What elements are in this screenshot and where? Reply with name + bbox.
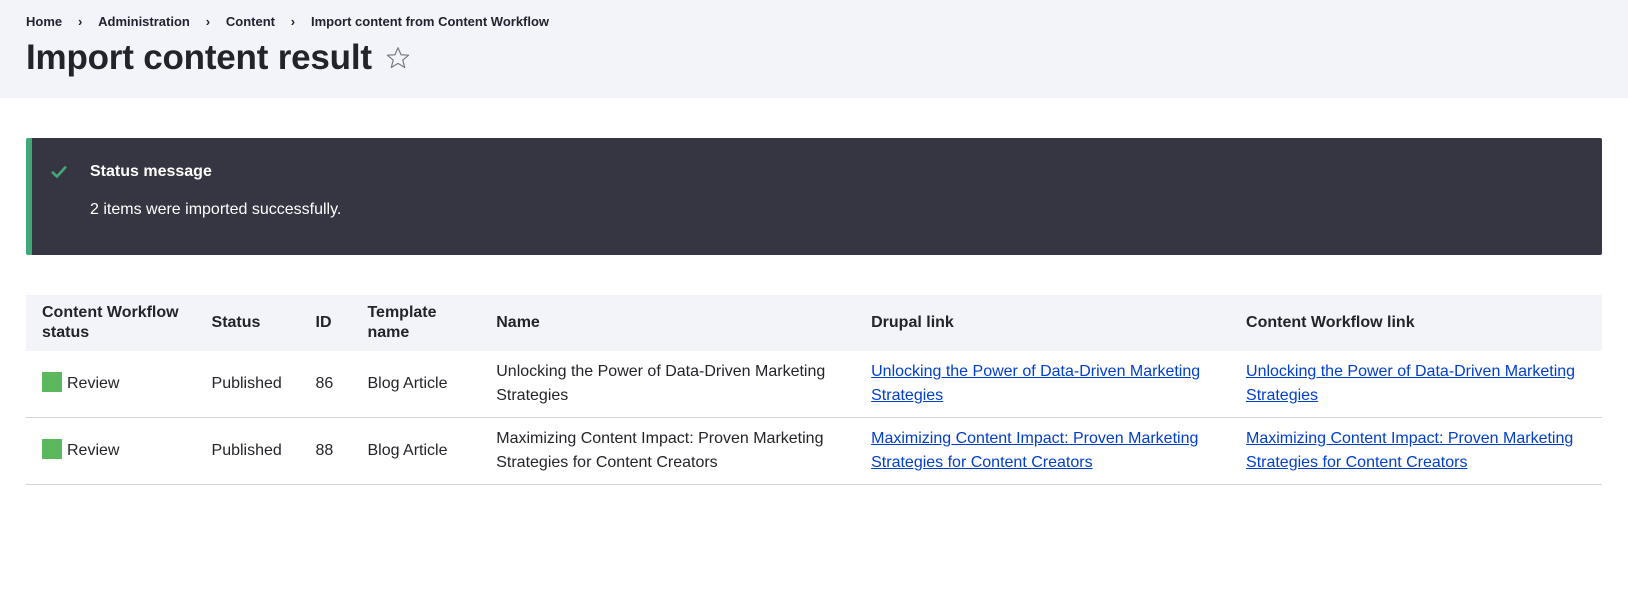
page-title: Import content result: [26, 38, 372, 77]
import-result-table: Content Workflow status Status ID Templa…: [26, 295, 1602, 485]
breadcrumb-separator: ›: [290, 13, 296, 29]
cell-workflow-status: Review: [26, 417, 196, 485]
cell-status: Published: [195, 351, 300, 418]
breadcrumb-content[interactable]: Content: [226, 14, 275, 29]
column-header-name: Name: [480, 295, 856, 351]
breadcrumb: Home › Administration › Content › Import…: [26, 12, 1602, 30]
column-header-workflow-status: Content Workflow status: [26, 295, 196, 351]
workflow-status-label: Review: [67, 442, 120, 459]
cell-workflow-link: Unlocking the Power of Data-Driven Marke…: [1230, 351, 1602, 418]
cell-workflow-status: Review: [26, 351, 196, 418]
cell-name: Unlocking the Power of Data-Driven Marke…: [480, 351, 856, 418]
content-workflow-link[interactable]: Unlocking the Power of Data-Driven Marke…: [1246, 363, 1575, 404]
workflow-status-label: Review: [67, 375, 120, 392]
star-outline-icon[interactable]: [384, 44, 412, 72]
content-workflow-link[interactable]: Maximizing Content Impact: Proven Market…: [1246, 430, 1573, 471]
status-message-body: 2 items were imported successfully.: [90, 201, 342, 218]
title-row: Import content result: [26, 34, 1602, 82]
main-content: Status message 2 items were imported suc…: [0, 98, 1628, 485]
cell-status: Published: [195, 417, 300, 485]
table-row: Review Published 86 Blog Article Unlocki…: [26, 351, 1602, 418]
status-message-title: Status message: [90, 163, 212, 180]
cell-template-name: Blog Article: [351, 351, 481, 418]
drupal-link[interactable]: Maximizing Content Impact: Proven Market…: [871, 430, 1198, 471]
column-header-status: Status: [195, 295, 300, 351]
cell-template-name: Blog Article: [351, 417, 481, 485]
breadcrumb-import-content[interactable]: Import content from Content Workflow: [311, 14, 549, 29]
drupal-link[interactable]: Unlocking the Power of Data-Driven Marke…: [871, 363, 1200, 404]
cell-id: 86: [299, 351, 352, 418]
column-header-id: ID: [299, 295, 352, 351]
page-header: Home › Administration › Content › Import…: [0, 0, 1628, 98]
table-header-row: Content Workflow status Status ID Templa…: [26, 295, 1602, 351]
cell-id: 88: [299, 417, 352, 485]
table-row: Review Published 88 Blog Article Maximiz…: [26, 417, 1602, 485]
column-header-workflow-link: Content Workflow link: [1230, 295, 1602, 351]
breadcrumb-administration[interactable]: Administration: [98, 14, 190, 29]
breadcrumb-home[interactable]: Home: [26, 14, 62, 29]
cell-workflow-link: Maximizing Content Impact: Proven Market…: [1230, 417, 1602, 485]
check-icon: [50, 163, 70, 183]
breadcrumb-separator: ›: [77, 13, 83, 29]
cell-drupal-link: Maximizing Content Impact: Proven Market…: [855, 417, 1231, 485]
column-header-template-name: Template name: [351, 295, 481, 351]
cell-name: Maximizing Content Impact: Proven Market…: [480, 417, 856, 485]
workflow-status-color-swatch: [42, 439, 62, 459]
workflow-status-color-swatch: [42, 372, 62, 392]
breadcrumb-separator: ›: [205, 13, 211, 29]
column-header-drupal-link: Drupal link: [855, 295, 1231, 351]
cell-drupal-link: Unlocking the Power of Data-Driven Marke…: [855, 351, 1231, 418]
status-message: Status message 2 items were imported suc…: [26, 138, 1602, 255]
